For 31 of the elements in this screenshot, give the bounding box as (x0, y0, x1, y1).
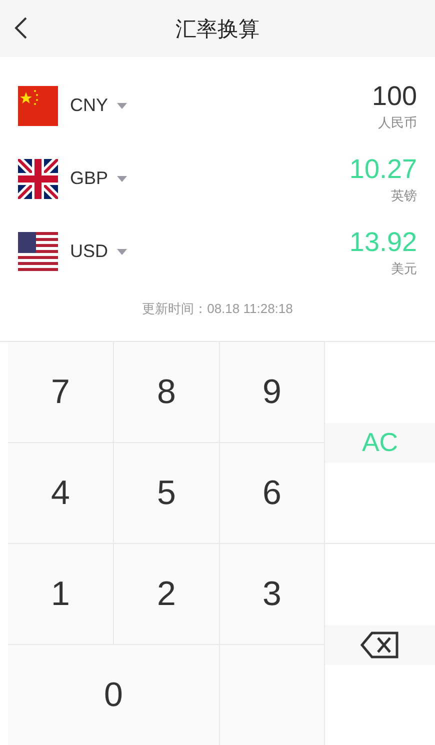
digit-key[interactable]: 1 (8, 544, 113, 644)
digit-key[interactable]: 2 (114, 544, 219, 644)
page-title: 汇率换算 (176, 16, 260, 42)
digit-key[interactable]: 6 (220, 443, 324, 543)
digit-key[interactable]: 9 (220, 342, 324, 442)
currency-selector[interactable]: GBP (70, 168, 128, 189)
digit-key[interactable]: 0 (8, 645, 219, 745)
digit-key[interactable]: 3 (220, 544, 324, 644)
back-button[interactable] (14, 16, 28, 40)
digit-key[interactable]: 8 (114, 342, 219, 442)
dropdown-icon (116, 174, 128, 182)
dropdown-icon (116, 248, 128, 256)
currency-name: 人民币 (378, 114, 417, 132)
digit-key[interactable]: 4 (8, 443, 113, 543)
currency-name: 美元 (391, 260, 417, 278)
digit-key[interactable]: 7 (8, 342, 113, 442)
dropdown-icon (116, 102, 128, 110)
flag-icon (18, 86, 58, 126)
currency-selector[interactable]: USD (70, 241, 128, 262)
backspace-button[interactable] (325, 624, 435, 664)
flag-icon (18, 158, 58, 198)
back-icon (14, 16, 28, 40)
digit-key[interactable]: 5 (114, 443, 219, 543)
amount-value: 10.27 (349, 152, 417, 184)
amount-value: 100 (372, 80, 417, 112)
amount-value: 13.92 (349, 226, 417, 258)
currency-selector[interactable]: CNY (70, 95, 128, 116)
backspace-icon (360, 630, 400, 658)
currency-name: 英镑 (391, 186, 417, 204)
update-time: 更新时间：08.18 11:28:18 (142, 300, 293, 318)
flag-icon (18, 232, 58, 272)
